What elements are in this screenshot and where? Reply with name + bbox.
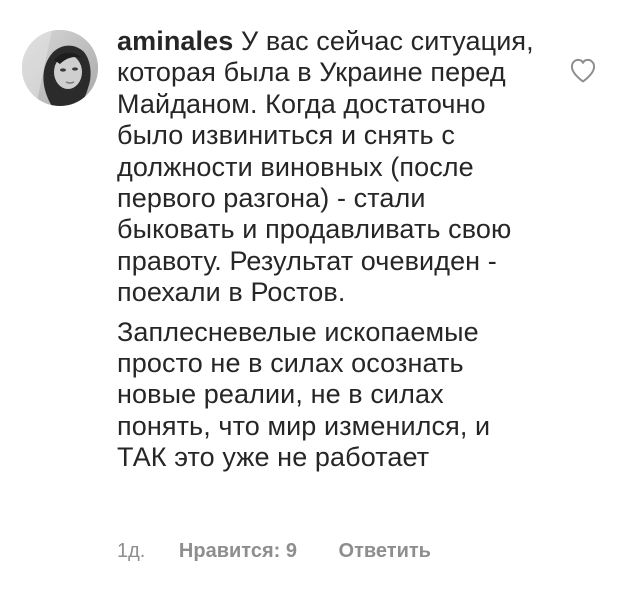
comment-paragraph-1: aminales У вас сейчас ситуация, которая … (117, 26, 537, 309)
comment-timestamp: 1д. (117, 540, 146, 562)
avatar[interactable] (22, 30, 98, 106)
comment-paragraph-2: Заплесневелые ископаемые просто не в сил… (117, 316, 491, 473)
comment-text-1: У вас сейчас ситуация, которая была в Ук… (117, 26, 534, 308)
likes-count-button[interactable]: Нравится: 9 (179, 538, 297, 564)
comment-meta: 1д. Нравится: 9 Ответить (117, 538, 431, 564)
comment-body: aminales У вас сейчас ситуация, которая … (117, 26, 537, 474)
username-link[interactable]: aminales (117, 26, 233, 56)
avatar-image (22, 30, 98, 106)
heart-outline-icon[interactable] (568, 57, 598, 85)
reply-button[interactable]: Ответить (339, 538, 431, 564)
